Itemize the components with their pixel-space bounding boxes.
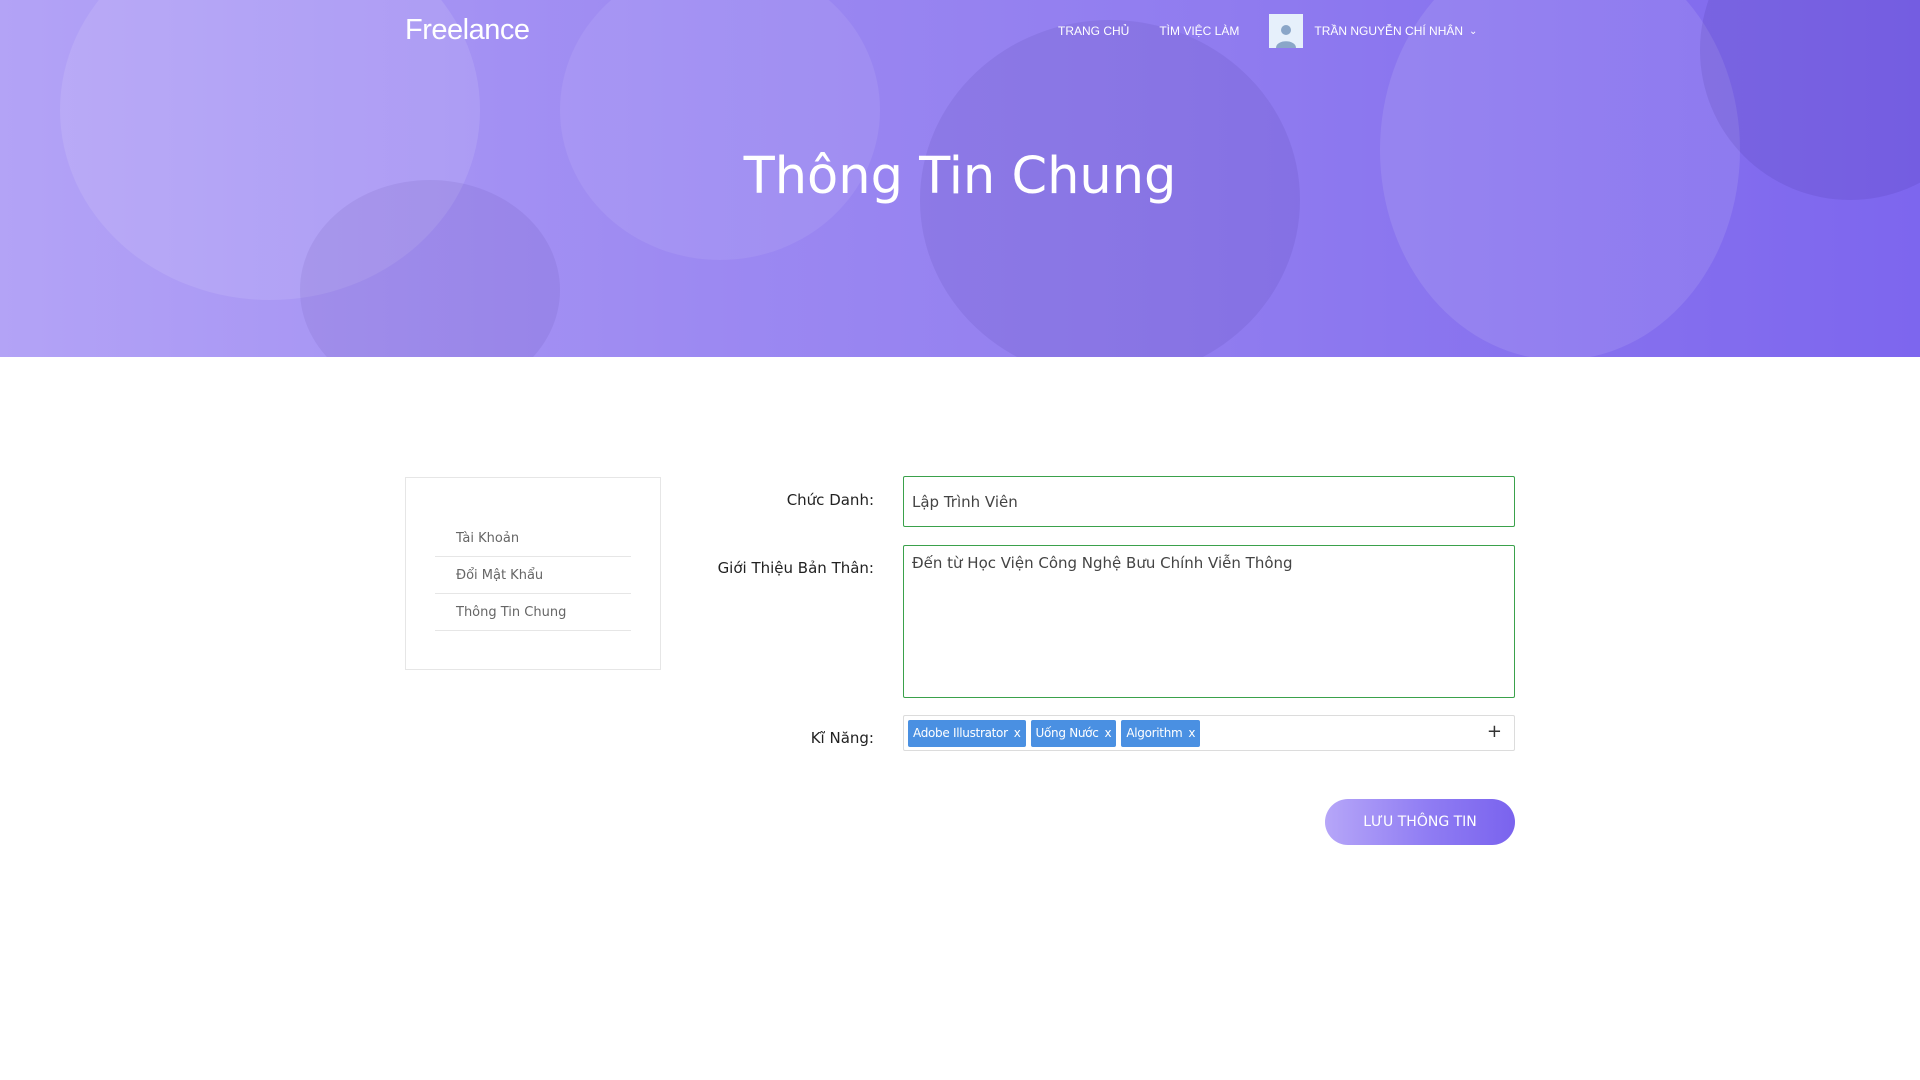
intro-textarea[interactable]: Đến từ Học Viện Công Nghệ Bưu Chính Viễn… bbox=[903, 545, 1515, 698]
hero-photo-shape bbox=[560, 0, 880, 260]
remove-tag-icon[interactable]: x bbox=[1105, 726, 1112, 740]
sidebar-item-general-info[interactable]: Thông Tin Chung bbox=[435, 594, 631, 631]
remove-tag-icon[interactable]: x bbox=[1014, 726, 1021, 740]
nav-home-link[interactable]: TRANG CHỦ bbox=[1058, 24, 1129, 38]
user-name-menu[interactable]: TRẦN NGUYỄN CHÍ NHÂN bbox=[1314, 24, 1463, 38]
skills-label: Kĩ Năng: bbox=[810, 729, 874, 747]
skill-tag: Algorithm x bbox=[1121, 719, 1201, 747]
chevron-down-icon[interactable]: ⌄ bbox=[1469, 26, 1477, 37]
skills-tag-input[interactable]: Adobe Illustrator x Uống Nước x Algorith… bbox=[903, 715, 1515, 751]
remove-tag-icon[interactable]: x bbox=[1188, 726, 1195, 740]
intro-label: Giới Thiệu Bản Thân: bbox=[717, 559, 874, 577]
skill-tag-label: Algorithm bbox=[1126, 726, 1183, 740]
nav-find-jobs-link[interactable]: TÌM VIỆC LÀM bbox=[1159, 24, 1239, 38]
main-nav: TRANG CHỦ TÌM VIỆC LÀM TRẦN NGUYỄN CHÍ N… bbox=[1058, 14, 1477, 48]
skill-tag-label: Uống Nước bbox=[1035, 726, 1099, 740]
user-avatar[interactable] bbox=[1269, 14, 1304, 48]
user-icon bbox=[1276, 25, 1297, 48]
site-logo[interactable]: Freelance bbox=[405, 14, 530, 47]
skill-tag: Adobe Illustrator x bbox=[908, 719, 1026, 747]
job-title-input[interactable] bbox=[903, 476, 1515, 527]
add-skill-icon[interactable]: + bbox=[1487, 722, 1502, 742]
save-info-button[interactable]: LƯU THÔNG TIN bbox=[1325, 799, 1515, 845]
sidebar-item-account[interactable]: Tài Khoản bbox=[435, 520, 631, 557]
page-title: Thông Tin Chung bbox=[743, 147, 1177, 206]
skill-tag: Uống Nước x bbox=[1030, 719, 1117, 747]
skill-tag-label: Adobe Illustrator bbox=[913, 726, 1008, 740]
hero-banner: Freelance TRANG CHỦ TÌM VIỆC LÀM TRẦN NG… bbox=[0, 0, 1920, 357]
account-sidebar: Tài Khoản Đổi Mật Khẩu Thông Tin Chung bbox=[405, 477, 661, 670]
job-title-label: Chức Danh: bbox=[786, 491, 874, 509]
sidebar-item-change-password[interactable]: Đổi Mật Khẩu bbox=[435, 557, 631, 594]
